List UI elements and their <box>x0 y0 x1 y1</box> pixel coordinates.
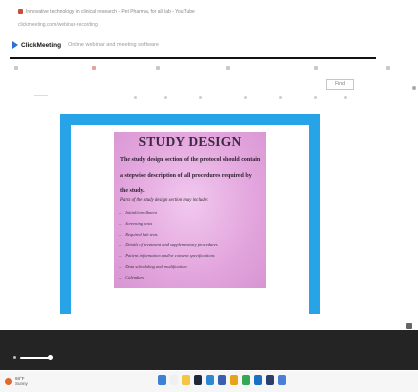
page-icon[interactable] <box>199 96 202 99</box>
record-icon[interactable] <box>92 66 96 70</box>
bullet-marker: – <box>119 231 122 237</box>
slide-title: STUDY DESIGN <box>138 134 242 149</box>
find-button[interactable]: Find <box>326 79 354 90</box>
youtube-icon <box>18 9 23 15</box>
edge-icon[interactable] <box>206 375 214 385</box>
zoom-out-icon[interactable] <box>134 96 137 99</box>
slide-intro: Parts of the study design section may in… <box>120 198 209 203</box>
share-icon[interactable] <box>156 66 160 70</box>
weather-widget[interactable]: 68°F Sunny <box>5 376 28 386</box>
slide-bullet: – Details of treatment and supplementary … <box>119 240 266 251</box>
bullet-text: Required lab tests <box>125 231 158 237</box>
fit-icon[interactable] <box>279 96 282 99</box>
slide-line-3: the study. <box>120 188 145 194</box>
progress-bar[interactable] <box>20 357 51 359</box>
zoom-in-icon[interactable] <box>164 96 167 99</box>
frame-top-bar <box>60 114 320 125</box>
bullet-text: Initial/enrollment <box>125 210 157 215</box>
app-icon[interactable] <box>278 375 286 385</box>
bullet-marker: – <box>119 253 122 259</box>
slide-bullet: – Calendars <box>119 273 266 284</box>
menu-icon[interactable] <box>14 66 18 70</box>
start-icon[interactable] <box>158 375 166 385</box>
header-divider <box>10 57 376 59</box>
bullet-text: Patient information and/or consent speci… <box>125 253 215 259</box>
bullet-text: Screening tests <box>125 220 153 226</box>
frame-right-bar <box>309 114 320 314</box>
presentation-toolbar <box>14 93 406 102</box>
toolbar-separator <box>34 95 48 96</box>
mail-icon[interactable] <box>254 375 262 385</box>
bullet-marker: – <box>119 220 122 226</box>
slide-bullet: – Initial/enrollment <box>119 208 266 219</box>
search-icon[interactable] <box>170 375 178 385</box>
scroll-indicator[interactable] <box>412 86 416 90</box>
tab-title-text: Innovative technology in clinical resear… <box>26 9 195 15</box>
bullet-text: Details of treatment and supplementary p… <box>125 242 218 248</box>
slide-bullet: – Data scheduling and modification <box>119 262 266 273</box>
bullet-marker: – <box>119 274 122 280</box>
slide-bullet-list: – Initial/enrollment – Screening tests – Re… <box>119 208 266 284</box>
clickmeeting-logo-icon <box>12 41 18 49</box>
brand-tagline: Online webinar and meeting software <box>68 42 159 48</box>
bullet-marker: – <box>119 263 122 269</box>
layout-icon[interactable] <box>314 66 318 70</box>
brand-name[interactable]: ClickMeeting <box>21 42 61 49</box>
download-icon[interactable] <box>344 96 347 99</box>
bullet-text: Data scheduling and modification <box>125 263 187 269</box>
settings-icon[interactable] <box>226 66 230 70</box>
chrome-icon[interactable] <box>242 375 250 385</box>
play-icon[interactable] <box>13 356 16 359</box>
terminal-icon[interactable] <box>194 375 202 385</box>
folder-icon[interactable] <box>230 375 238 385</box>
store-icon[interactable] <box>266 375 274 385</box>
frame-left-bar <box>60 114 71 314</box>
slide-line-2: a stepwise description of all procedures… <box>120 173 252 179</box>
progress-thumb[interactable] <box>48 355 53 360</box>
rotate-icon[interactable] <box>244 96 247 99</box>
slide-line-1: The study design section of the protocol… <box>120 157 261 163</box>
browser-tab-title[interactable]: Innovative technology in clinical resear… <box>18 9 338 17</box>
slide-bullet: – Patient information and/or consent spec… <box>119 251 266 262</box>
close-icon[interactable] <box>386 66 390 70</box>
os-taskbar: 68°F Sunny <box>0 371 418 392</box>
fullscreen-icon[interactable] <box>406 323 412 329</box>
video-control-bar <box>0 330 418 370</box>
bullet-marker: – <box>119 210 122 215</box>
more-icon[interactable] <box>314 96 317 99</box>
site-header: ClickMeeting Online webinar and meeting … <box>12 39 159 51</box>
presentation-slide: STUDY DESIGN The study design section of… <box>114 132 266 288</box>
word-icon[interactable] <box>218 375 226 385</box>
file-explorer-icon[interactable] <box>182 375 190 385</box>
slide-bullet: – Screening tests <box>119 219 266 230</box>
bullet-marker: – <box>119 242 122 248</box>
viewer-toolbar <box>14 64 406 73</box>
weather-desc: Sunny <box>15 381 28 386</box>
bullet-text: Calendars <box>125 274 145 280</box>
slide-bullet: – Required lab tests <box>119 230 266 241</box>
sun-icon <box>5 377 12 385</box>
url-text: clickmeeting.com/webinar-recording <box>18 22 98 28</box>
taskbar-apps <box>158 375 286 385</box>
address-bar[interactable]: clickmeeting.com/webinar-recording <box>18 22 268 30</box>
